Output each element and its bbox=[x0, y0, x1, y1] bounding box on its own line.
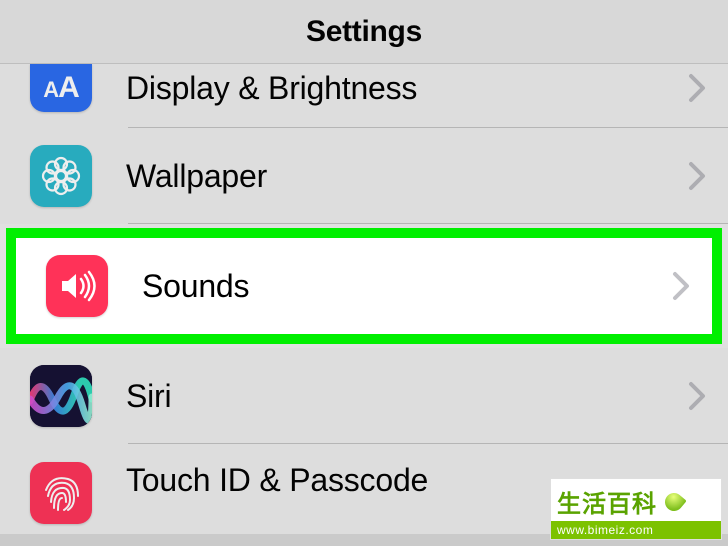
wallpaper-flower-icon bbox=[30, 145, 92, 207]
siri-wave-icon bbox=[30, 365, 92, 427]
chevron-right-icon bbox=[688, 73, 706, 103]
fingerprint-icon bbox=[30, 462, 92, 524]
page-title: Settings bbox=[306, 15, 422, 49]
leaf-icon bbox=[661, 489, 686, 514]
row-label: Wallpaper bbox=[126, 158, 688, 195]
watermark-url: www.bimeiz.com bbox=[551, 521, 721, 539]
row-label: Display & Brightness bbox=[126, 70, 688, 107]
list-item-display-brightness[interactable]: AA Display & Brightness bbox=[0, 64, 728, 128]
settings-list: AA Display & Brightness bbox=[0, 64, 728, 534]
speaker-icon bbox=[46, 255, 108, 317]
navigation-bar: Settings bbox=[0, 0, 728, 64]
chevron-right-icon bbox=[672, 271, 690, 301]
highlight-box: Sounds bbox=[6, 228, 722, 344]
watermark-badge: 生活百科 www.bimeiz.com bbox=[550, 478, 722, 540]
watermark-text: 生活百科 bbox=[557, 484, 657, 519]
row-label: Siri bbox=[126, 378, 688, 415]
chevron-right-icon bbox=[688, 381, 706, 411]
list-item-wallpaper[interactable]: Wallpaper bbox=[0, 128, 728, 224]
list-item-sounds[interactable]: Sounds bbox=[16, 238, 712, 334]
row-label: Sounds bbox=[142, 268, 672, 305]
display-text-size-icon: AA bbox=[30, 64, 92, 112]
list-item-siri[interactable]: Siri bbox=[0, 348, 728, 444]
chevron-right-icon bbox=[688, 161, 706, 191]
